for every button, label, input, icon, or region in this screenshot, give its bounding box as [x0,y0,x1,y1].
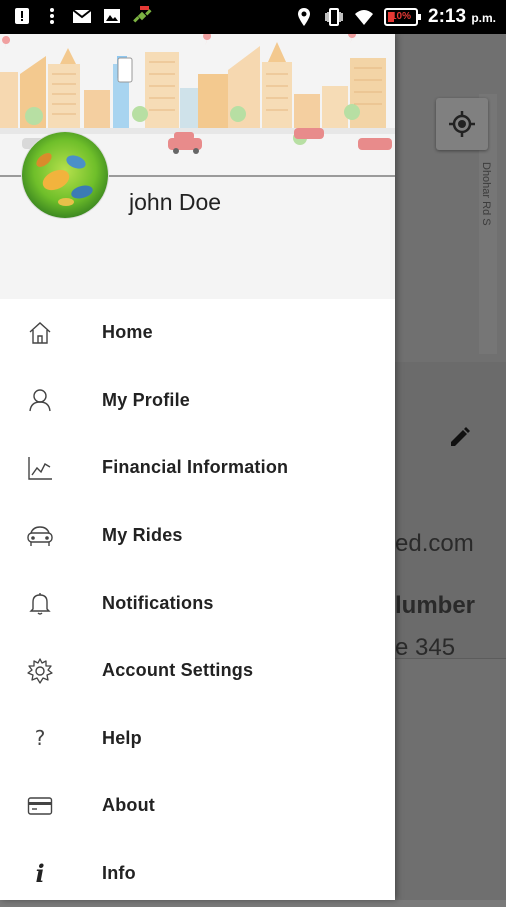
profile-photo [22,132,108,218]
menu-label-my-rides: My Rides [102,525,183,546]
partial-email: ed.com [395,530,474,557]
vibrate-icon [325,8,343,26]
partial-number: e 345 [395,634,456,661]
home-icon [26,319,54,347]
menu-label-my-profile: My Profile [102,389,191,410]
edit-icon[interactable] [448,425,472,449]
location-pin-icon [298,8,311,26]
drawer-header: john Doe [0,34,395,299]
menu-label-home: Home [102,322,153,343]
user-name: john Doe [129,189,222,215]
status-bar: 10% 2:13 p.m. [0,0,506,34]
image-icon [104,9,120,23]
menu-item-financial-information[interactable]: Financial Information [0,434,395,502]
menu-label-financial-information: Financial Information [102,457,289,478]
car-icon [26,522,54,550]
road-label: Dhohar Rd S [480,162,492,226]
menu-item-notifications[interactable]: Notifications [0,569,395,637]
satellite-icon [133,6,152,23]
gear-icon [26,657,54,685]
menu-item-help[interactable]: ? Help [0,705,395,773]
menu-item-my-profile[interactable]: My Profile [0,367,395,435]
menu-item-home[interactable]: Home [0,299,395,367]
my-location-button[interactable] [436,98,488,150]
bell-icon [26,589,54,617]
my-location-icon [449,111,475,137]
wifi-icon [355,10,374,25]
partial-heading: lumber [395,592,476,619]
info-icon: i [35,859,45,889]
menu-label-info: Info [102,863,136,884]
menu-item-my-rides[interactable]: My Rides [0,502,395,570]
navigation-drawer: john Doe Home My Profile Financial Infor… [0,34,395,900]
menu-item-about[interactable]: About [0,772,395,840]
menu-label-help: Help [102,727,142,748]
menu-item-info[interactable]: i Info [0,840,395,907]
menu-label-about: About [102,795,155,816]
clock: 2:13 p.m. [428,6,496,27]
help-icon: ? [34,726,46,751]
chart-icon [26,454,54,482]
card-icon [26,792,54,820]
menu-label-account-settings: Account Settings [102,660,254,681]
profile-icon [26,386,54,414]
more-vert-icon [50,8,54,24]
gmail-icon [72,9,92,23]
menu-item-account-settings[interactable]: Account Settings [0,637,395,705]
menu-label-notifications: Notifications [102,592,214,613]
drawer-menu: Home My Profile Financial Information My… [0,299,395,907]
battery-icon: 10% [384,8,422,26]
avatar[interactable] [22,132,108,218]
alert-notification-icon [15,8,29,24]
battery-percent: 10% [391,11,412,22]
